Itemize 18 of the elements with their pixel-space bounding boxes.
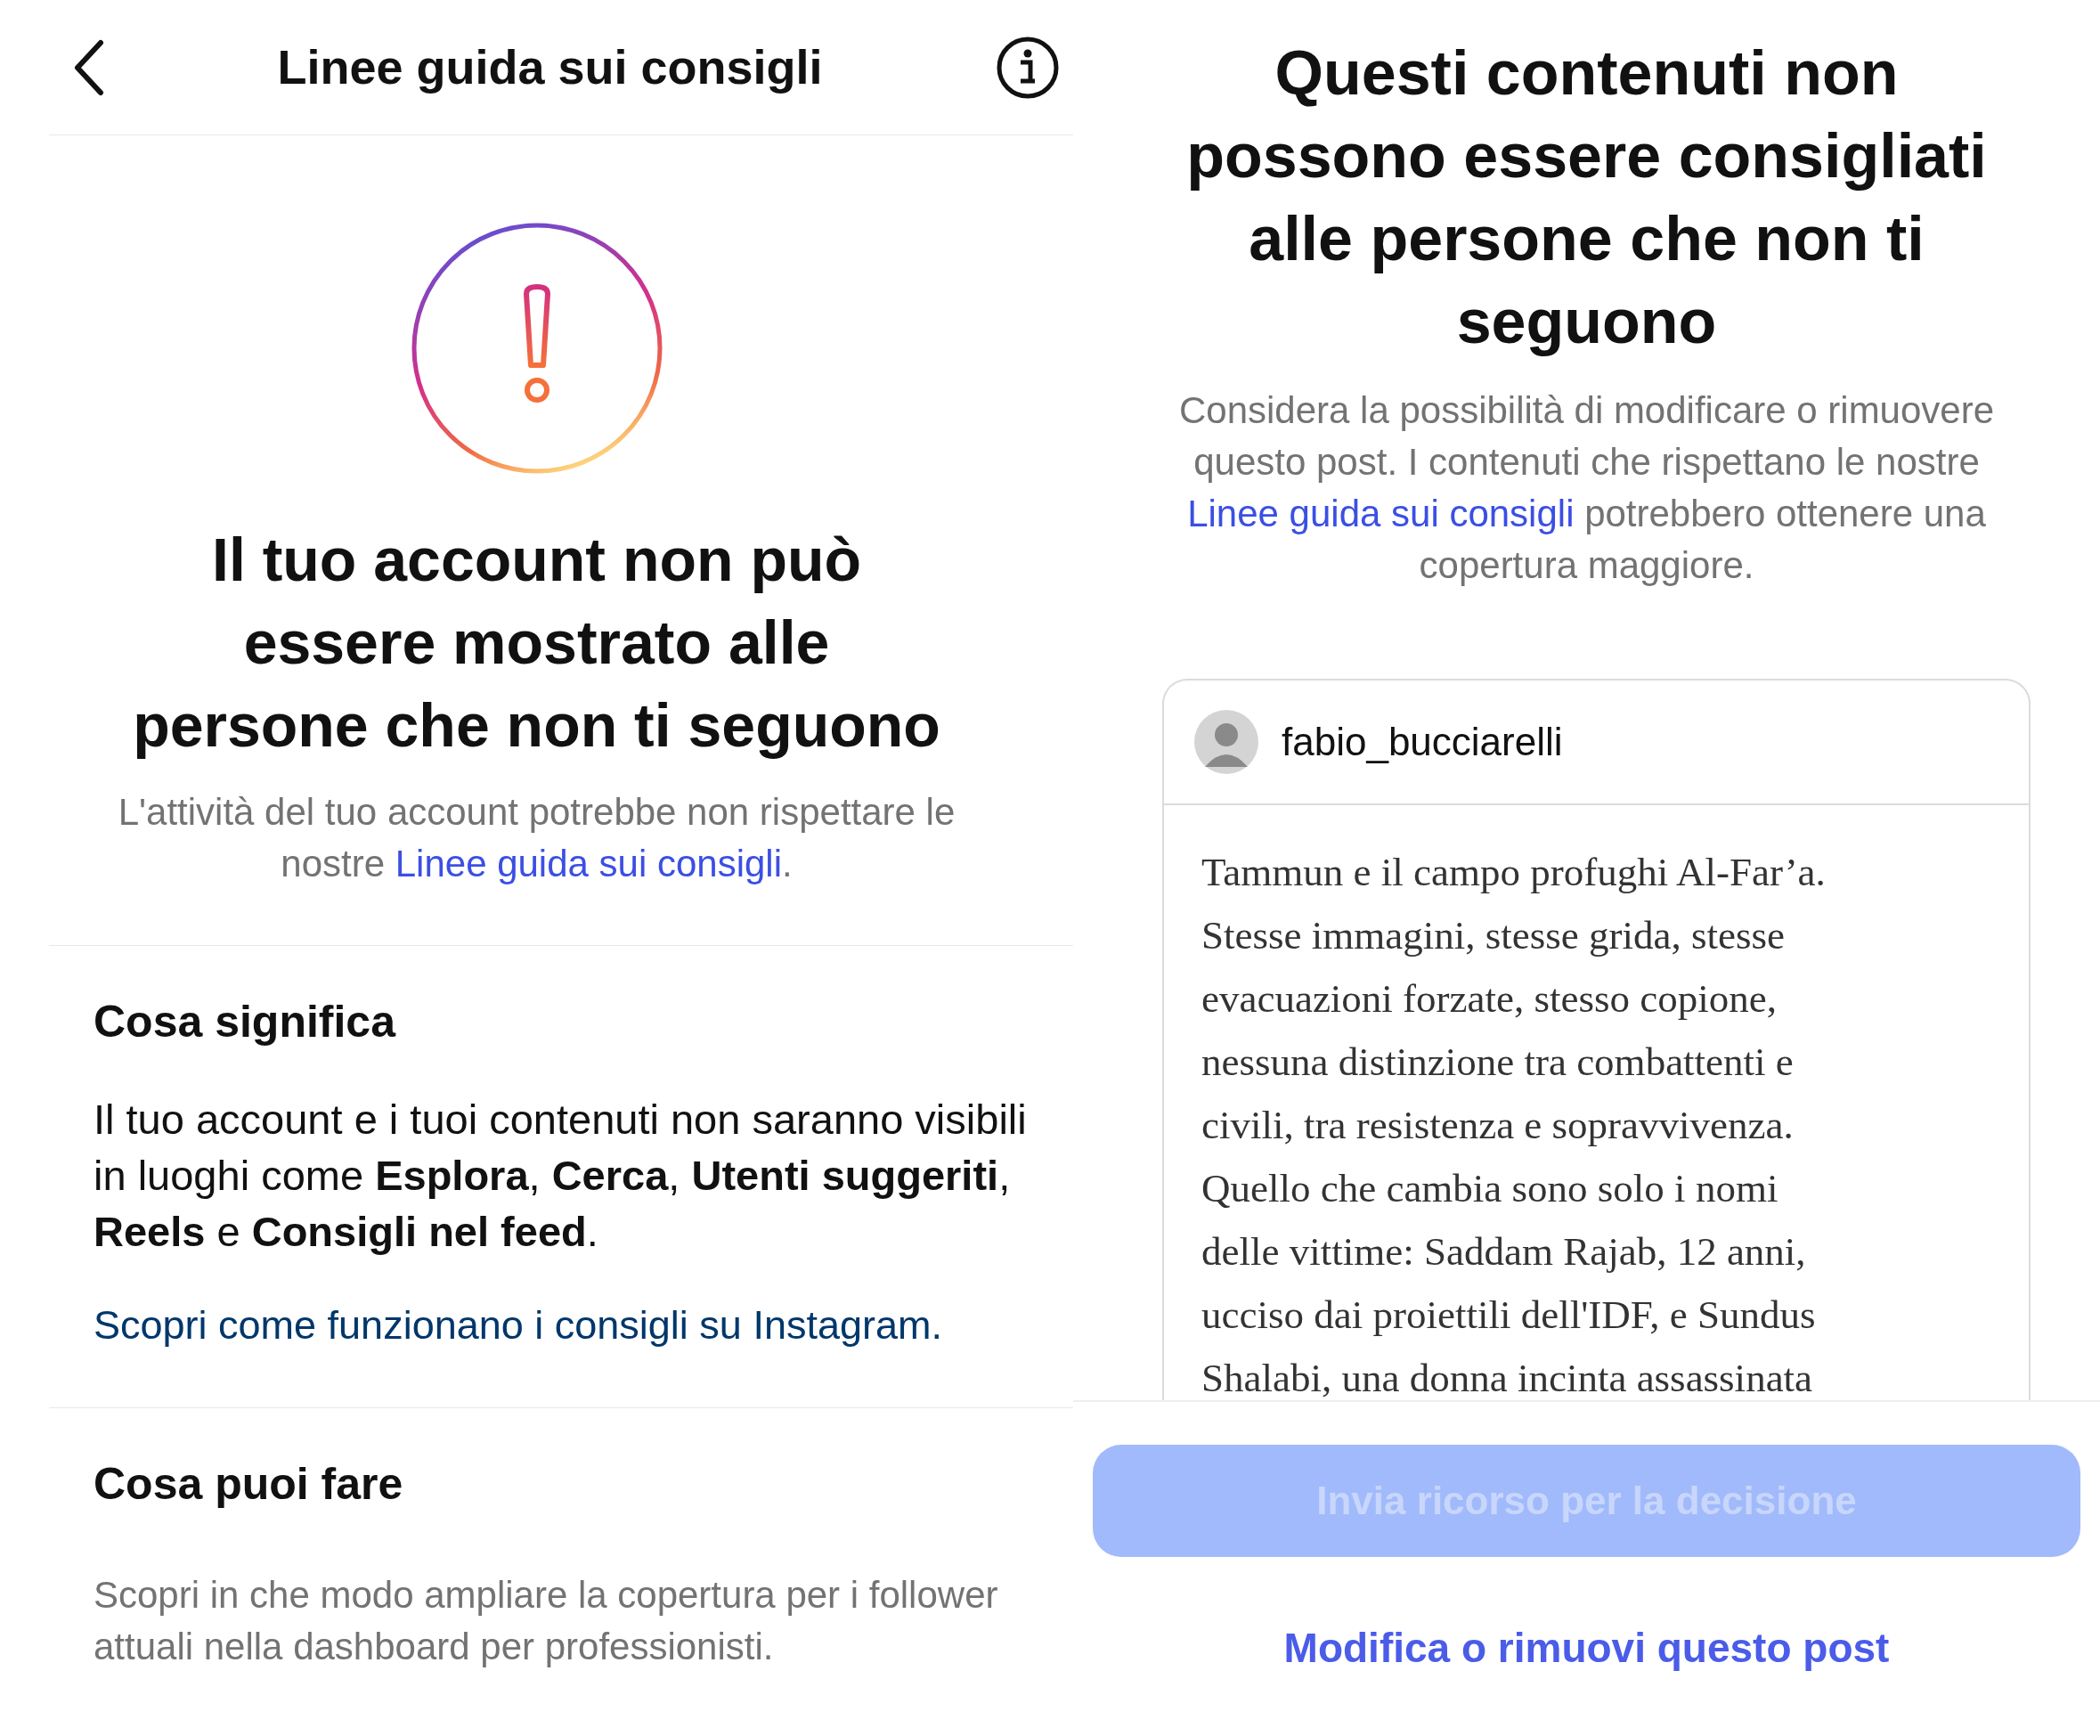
back-chevron-icon[interactable] xyxy=(74,38,104,96)
post-text: Tammun e il campo profughi Al-Far’a. Stesse immagini, stesse grida, stesse evacuazioni forzate, stesso copione, nessuna distinzione tra combattenti e civili, tra resistenza e sopravvivenza. Quello che cambia sono solo i nomi delle vittime: Saddam Rajab, 12 anni, ucciso dai proiettili dell'IDF, e Sundus Shalabi, una donna incinta assassinata xyxy=(1201,849,1827,1400)
description-text: L'attività del tuo account potrebbe non rispettare le nostre Linee guida sui consigli. xyxy=(117,790,956,886)
description-text: Considera la possibilità di modificare o rimuovere questo post. I contenuti che rispettano le nostre Linee guida sui consigli potrebbero ottenere una copertura maggiore. xyxy=(1177,388,1996,588)
info-icon[interactable] xyxy=(996,35,1060,100)
post-headline: Questi contenuti non possono essere consigliati alle persone che non ti seguono xyxy=(1186,37,1987,358)
guidelines-link[interactable]: Linee guida sui consigli xyxy=(395,843,782,884)
edit-post-link[interactable]: Modifica o rimuovi questo post xyxy=(1283,1618,1890,1679)
header-title: Linee guida sui consigli xyxy=(277,39,823,95)
section-text: Scopri in che modo ampliare la copertura per i follower attuali nella dashboard per professionisti. xyxy=(94,1572,999,1669)
learn-more-link[interactable]: Scopri come funzionano i consigli su Instagram. xyxy=(94,1295,1055,1356)
section-heading: Cosa puoi fare xyxy=(94,1457,404,1511)
guidelines-link[interactable]: Linee guida sui consigli xyxy=(1187,493,1575,534)
alert-headline: Il tuo account non può essere mostrato alle persone che non ti seguono xyxy=(133,525,940,761)
username: fabio_bucciarelli xyxy=(1282,719,1563,765)
section-text: Il tuo account e i tuoi contenuti non saranno visibili in luoghi come Esplora, Cerca, Utenti suggeriti, Reels e Consigli nel feed. xyxy=(94,1095,1028,1257)
avatar-icon xyxy=(1194,710,1258,774)
section-heading: Cosa significa xyxy=(94,996,397,1048)
